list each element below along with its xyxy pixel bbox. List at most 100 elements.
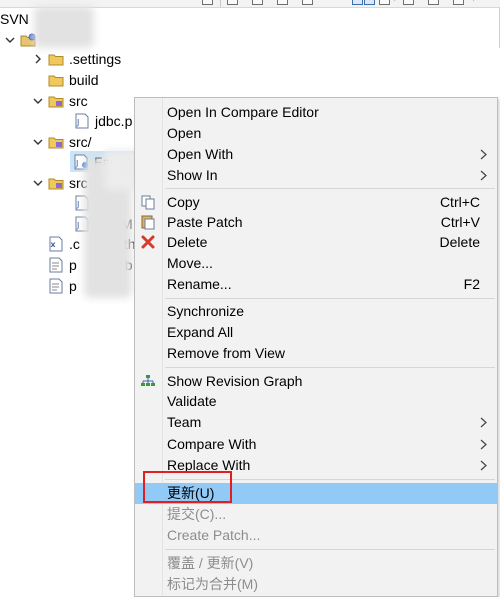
copy-icon [140,194,156,210]
debug-icon[interactable] [302,0,313,5]
menu-separator [165,298,495,299]
tree-root-row[interactable]: SVN [0,8,29,29]
chevron-down-icon[interactable] [31,176,45,190]
tree-item-build[interactable]: build [48,69,99,90]
tree-item-label: .settings [69,50,122,67]
toolbar-divider [220,0,221,7]
menu-item-shortcut: Ctrl+V [440,214,480,230]
menu-item-label: 覆盖 / 更新(V) [167,555,254,571]
tree-item-label: .c [69,235,80,252]
revision-graph-icon [140,373,156,389]
menu-item-label: 提交(C)... [167,506,227,522]
run-icon[interactable] [403,0,414,5]
delete-icon [140,234,156,250]
menu-item-label: Delete [167,234,208,250]
chevron-right-icon [480,460,487,471]
tree-root-label: SVN [0,10,29,27]
svg-text:J: J [76,221,79,230]
menu-item-delete[interactable]: Delete Delete [135,232,497,253]
redaction-blur [34,6,94,48]
menu-item-label: Show In [167,167,218,183]
tree-item-settings[interactable]: .settings [31,48,121,69]
svg-text:X: X [51,241,56,249]
tree-item-label: jdbc.p [95,112,133,129]
build-icon[interactable] [277,0,288,5]
print-icon[interactable] [252,0,263,5]
menu-item-label: Show Revision Graph [167,373,303,389]
menu-item-create-patch[interactable]: Create Patch... [135,525,497,546]
chevron-right-icon [480,170,487,181]
menu-item-shortcut: Delete [439,234,480,250]
sync-icon[interactable] [364,0,375,5]
tree-item-label: src/ [69,133,92,150]
folder-icon [48,72,64,88]
text-file-icon [48,257,64,273]
menu-item-label: Open In Compare Editor [167,104,319,120]
menu-item-show-in[interactable]: Show In [135,165,497,186]
menu-item-paste-patch[interactable]: Paste Patch Ctrl+V [135,212,497,233]
menu-item-expand-all[interactable]: Expand All [135,322,497,343]
menu-item-move[interactable]: Move... [135,253,497,274]
collapse-all-icon[interactable] [453,0,464,5]
chevron-right-icon [480,439,487,450]
menu-item-rename[interactable]: Rename... F2 [135,274,497,295]
menu-item-open-compare[interactable]: Open In Compare Editor [135,102,497,123]
menu-item-mark-merged[interactable]: 标记为合并(M) [135,574,497,595]
menu-item-compare-with[interactable]: Compare With [135,434,497,455]
menu-item-label: Expand All [167,324,234,340]
source-folder-icon [48,175,64,191]
menu-item-copy[interactable]: Copy Ctrl+C [135,192,497,213]
menu-item-label: Remove from View [167,345,286,361]
menu-item-synchronize[interactable]: Synchronize [135,301,497,322]
java-file-icon: J [74,113,90,129]
svg-text:J: J [76,118,79,127]
tree-item-label: src [69,92,88,109]
annotation-highlight-box [143,471,232,503]
menu-separator [165,367,495,368]
folder-icon [48,51,64,67]
text-file-icon [48,278,64,294]
menu-item-label: Open [167,125,202,141]
menu-item-label: Open With [167,146,234,162]
menu-item-label: Rename... [167,276,232,292]
view-menu-icon[interactable] [379,0,390,5]
menu-item-label: Copy [167,194,200,210]
menu-separator [165,549,495,550]
save-icon[interactable] [227,0,238,5]
menu-separator [165,188,495,189]
svg-text:J: J [76,200,79,209]
tree-item-src[interactable]: src [31,90,88,111]
menu-item-shortcut: Ctrl+C [439,194,480,210]
menu-item-label: Team [167,414,202,430]
link-editor-icon[interactable] [352,0,363,5]
source-folder-icon [48,93,64,109]
menu-item-label: Create Patch... [167,527,261,543]
chevron-down-icon[interactable] [31,135,45,149]
chevron-down-icon[interactable]: ▾ [471,0,477,4]
paste-icon [140,214,156,230]
menu-item-label: Compare With [167,436,257,452]
menu-item-override-update[interactable]: 覆盖 / 更新(V) [135,553,497,574]
chevron-right-icon [480,417,487,428]
menu-item-show-revision-graph[interactable]: Show Revision Graph [135,371,497,392]
menu-item-label: Synchronize [167,303,245,319]
chevron-down-icon[interactable] [31,94,45,108]
tree-item-jdbc[interactable]: J jdbc.p [74,110,132,131]
chevron-right-icon [480,149,487,160]
menu-item-team[interactable]: Team [135,412,497,433]
menu-item-open-with[interactable]: Open With [135,144,497,165]
menu-item-validate[interactable]: Validate [135,391,497,412]
svg-text:J: J [75,159,78,168]
search-icon[interactable] [428,0,439,5]
chevron-right-icon[interactable] [31,52,45,66]
chevron-down-icon[interactable]: ▾ [392,0,398,4]
tree-item-src-3[interactable]: src [31,172,88,193]
menu-item-commit[interactable]: 提交(C)... [135,504,497,525]
menu-item-label: Paste Patch [167,214,243,230]
new-icon[interactable] [202,0,213,5]
tree-item-label: build [69,71,99,88]
menu-item-remove-from-view[interactable]: Remove from View [135,343,497,364]
tree-item-src-2[interactable]: src/ [31,131,92,152]
menu-item-open[interactable]: Open [135,123,497,144]
chevron-down-icon[interactable] [3,33,17,47]
